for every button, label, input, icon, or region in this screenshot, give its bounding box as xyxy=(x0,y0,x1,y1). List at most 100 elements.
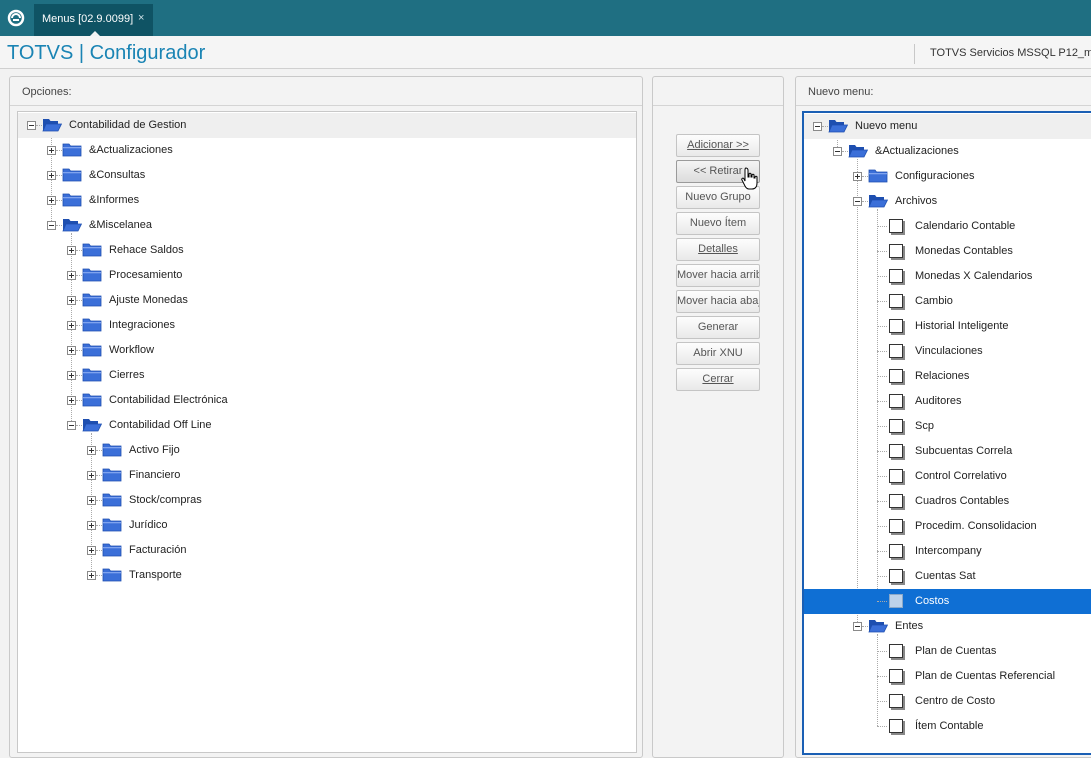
close-icon[interactable]: × xyxy=(138,12,144,24)
tree-item-procedim-consolidacion[interactable]: Procedim. Consolidacion xyxy=(804,514,1091,539)
expand-icon[interactable] xyxy=(87,446,96,455)
expand-icon[interactable] xyxy=(47,196,56,205)
tree-item-label: Centro de Costo xyxy=(915,695,996,707)
tree-item-actualizaciones[interactable]: &Actualizaciones xyxy=(18,138,636,163)
tree-item-integraciones[interactable]: Integraciones xyxy=(18,313,636,338)
tree-item-cuadros-contables[interactable]: Cuadros Contables xyxy=(804,489,1091,514)
tree-item-plan-de-cuentas[interactable]: Plan de Cuentas xyxy=(804,639,1091,664)
collapse-icon[interactable] xyxy=(27,121,36,130)
expand-icon[interactable] xyxy=(87,571,96,580)
tree-item-entes[interactable]: Entes xyxy=(804,614,1091,639)
tree-item-financiero[interactable]: Financiero xyxy=(18,463,636,488)
expand-icon[interactable] xyxy=(47,146,56,155)
move-up-button[interactable]: Mover hacia arriba xyxy=(676,264,760,287)
expand-icon[interactable] xyxy=(67,321,76,330)
expand-icon[interactable] xyxy=(87,471,96,480)
tree-item-ajuste-monedas[interactable]: Ajuste Monedas xyxy=(18,288,636,313)
tree-item-plan-de-cuentas-referencial[interactable]: Plan de Cuentas Referencial xyxy=(804,664,1091,689)
tree-item-calendario-contable[interactable]: Calendario Contable xyxy=(804,214,1091,239)
tree-item-label: Stock/compras xyxy=(129,494,202,506)
collapse-icon[interactable] xyxy=(833,147,842,156)
tree-item-stock-compras[interactable]: Stock/compras xyxy=(18,488,636,513)
tree-item-label: Contabilidad de Gestion xyxy=(69,119,187,131)
tree-item-procesamiento[interactable]: Procesamiento xyxy=(18,263,636,288)
tree-item-rehace-saldos[interactable]: Rehace Saldos xyxy=(18,238,636,263)
collapse-icon[interactable] xyxy=(67,421,76,430)
tree-item-centro-de-costo[interactable]: Centro de Costo xyxy=(804,689,1091,714)
tree-item-costos[interactable]: Costos xyxy=(804,589,1091,614)
close-button[interactable]: Cerrar xyxy=(676,368,760,391)
tree-item-label: Calendario Contable xyxy=(915,220,1016,232)
tree-item-cuentas-sat[interactable]: Cuentas Sat xyxy=(804,564,1091,589)
tree-item-archivos[interactable]: Archivos xyxy=(804,189,1091,214)
collapse-icon[interactable] xyxy=(813,122,822,131)
open-xnu-button[interactable]: Abrir XNU xyxy=(676,342,760,365)
tree-connector xyxy=(877,476,887,477)
new-item-button[interactable]: Nuevo Ítem xyxy=(676,212,760,235)
expand-icon[interactable] xyxy=(47,171,56,180)
options-tree[interactable]: Contabilidad de Gestion &Actualizaciones &… xyxy=(17,111,637,753)
details-button[interactable]: Detalles xyxy=(676,238,760,261)
expand-icon[interactable] xyxy=(87,496,96,505)
tree-connector xyxy=(877,551,887,552)
add-button[interactable]: Adicionar >> xyxy=(676,134,760,157)
tree-item-historial-inteligente[interactable]: Historial Inteligente xyxy=(804,314,1091,339)
tree-item-miscelanea[interactable]: &Miscelanea xyxy=(18,213,636,238)
tree-item-nuevo-menu[interactable]: Nuevo menu xyxy=(804,114,1091,139)
expand-icon[interactable] xyxy=(67,396,76,405)
collapse-icon[interactable] xyxy=(853,197,862,206)
generate-button[interactable]: Generar xyxy=(676,316,760,339)
tree-item-label: Control Correlativo xyxy=(915,470,1007,482)
folder-open-icon xyxy=(62,219,82,232)
tree-item-contabilidad-off-line[interactable]: Contabilidad Off Line xyxy=(18,413,636,438)
tree-item-contabilidad-de-gestion[interactable]: Contabilidad de Gestion xyxy=(18,113,636,138)
tree-item-label: Entes xyxy=(895,620,924,632)
tree-item-subcuentas-correla[interactable]: Subcuentas Correla xyxy=(804,439,1091,464)
tree-item-control-correlativo[interactable]: Control Correlativo xyxy=(804,464,1091,489)
collapse-icon[interactable] xyxy=(47,221,56,230)
tree-item-vinculaciones[interactable]: Vinculaciones xyxy=(804,339,1091,364)
tree-item-activo-fijo[interactable]: Activo Fijo xyxy=(18,438,636,463)
tree-item-consultas[interactable]: &Consultas xyxy=(18,163,636,188)
expand-icon[interactable] xyxy=(67,296,76,305)
move-down-button[interactable]: Mover hacia abajo xyxy=(676,290,760,313)
tree-item-cierres[interactable]: Cierres xyxy=(18,363,636,388)
tree-item-workflow[interactable]: Workflow xyxy=(18,338,636,363)
document-icon xyxy=(889,469,903,483)
tree-item-label: Ajuste Monedas xyxy=(109,294,188,306)
tab-menus[interactable]: Menus [02.9.0099] × xyxy=(34,4,153,36)
tree-item-actualizaciones[interactable]: &Actualizaciones xyxy=(804,139,1091,164)
tree-item-configuraciones[interactable]: Configuraciones xyxy=(804,164,1091,189)
new-menu-tree[interactable]: Nuevo menu &Actualizaciones Configuracione… xyxy=(802,111,1091,755)
tree-item-relaciones[interactable]: Relaciones xyxy=(804,364,1091,389)
tree-item-cambio[interactable]: Cambio xyxy=(804,289,1091,314)
expand-icon[interactable] xyxy=(87,546,96,555)
expand-icon[interactable] xyxy=(67,246,76,255)
tree-item-label: Nuevo menu xyxy=(855,120,918,132)
tree-item-label: Transporte xyxy=(129,569,182,581)
tree-item-monedas-contables[interactable]: Monedas Contables xyxy=(804,239,1091,264)
expand-icon[interactable] xyxy=(67,271,76,280)
tree-item-label: Procedim. Consolidacion xyxy=(915,520,1037,532)
expand-icon[interactable] xyxy=(87,521,96,530)
tree-item-auditores[interactable]: Auditores xyxy=(804,389,1091,414)
document-icon xyxy=(889,644,903,658)
tree-item-label: Ítem Contable xyxy=(915,720,984,732)
collapse-icon[interactable] xyxy=(853,622,862,631)
tree-item-scp[interactable]: Scp xyxy=(804,414,1091,439)
tree-item-contabilidad-electronica[interactable]: Contabilidad Electrónica xyxy=(18,388,636,413)
expand-icon[interactable] xyxy=(67,346,76,355)
tree-item-juridico[interactable]: Jurídico xyxy=(18,513,636,538)
expand-icon[interactable] xyxy=(67,371,76,380)
expand-icon[interactable] xyxy=(853,172,862,181)
document-icon xyxy=(889,444,903,458)
tree-item-intercompany[interactable]: Intercompany xyxy=(804,539,1091,564)
tree-item-monedas-x-calendarios[interactable]: Monedas X Calendarios xyxy=(804,264,1091,289)
tree-connector xyxy=(877,726,887,727)
tree-item-facturacion[interactable]: Facturación xyxy=(18,538,636,563)
tree-item-informes[interactable]: &Informes xyxy=(18,188,636,213)
tree-connector xyxy=(877,276,887,277)
tree-item-item-contable[interactable]: Ítem Contable xyxy=(804,714,1091,739)
tree-item-transporte[interactable]: Transporte xyxy=(18,563,636,588)
tree-item-label: Cuentas Sat xyxy=(915,570,976,582)
